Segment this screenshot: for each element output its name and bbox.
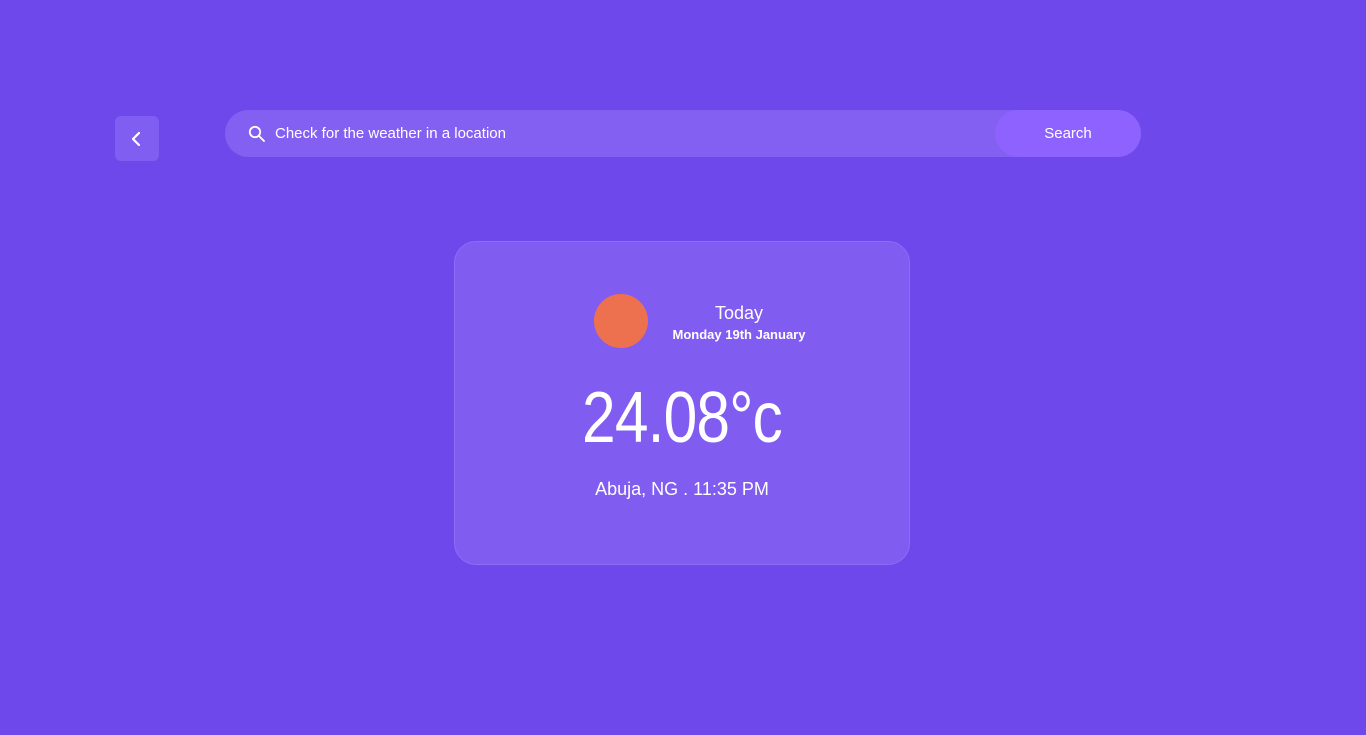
search-icon [248, 125, 266, 143]
weather-card: Today Monday 19th January 24.08°c Abuja,… [454, 241, 910, 565]
sun-icon [594, 294, 648, 348]
chevron-left-icon [130, 131, 144, 147]
day-label: Today [714, 303, 764, 323]
search-input[interactable] [275, 110, 985, 157]
date-block: Today Monday 19th January [669, 303, 809, 342]
location-time: Abuja, NG . 11:35 PM [595, 479, 769, 499]
back-button[interactable] [115, 116, 159, 161]
search-button[interactable]: Search [995, 110, 1141, 157]
date-label: Monday 19th January [672, 327, 806, 342]
temperature-value: 24.08°c [582, 378, 783, 458]
search-bar: Search [225, 110, 1141, 157]
